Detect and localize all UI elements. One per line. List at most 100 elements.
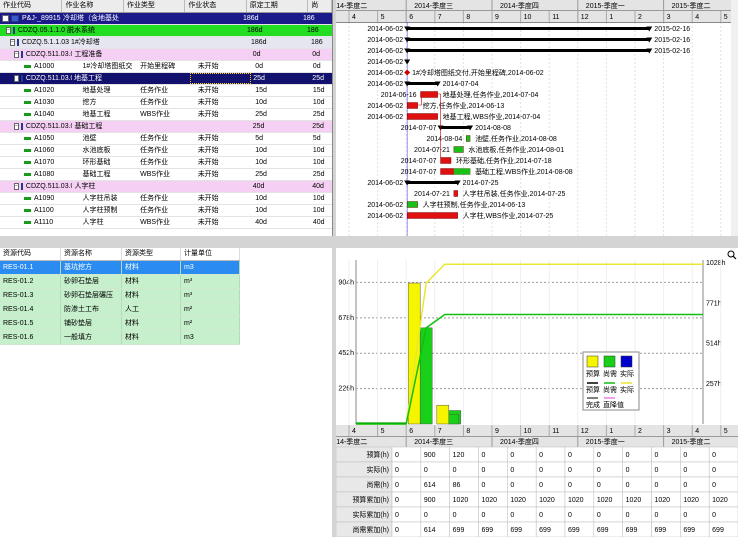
col-header-remaining[interactable]: 尚 [308, 0, 332, 12]
activity-row[interactable]: A1020 地基处理 任务作业 未开始 15d 15d [0, 85, 332, 97]
table-cell-value: 86 [453, 482, 461, 489]
activity-row[interactable]: A1000 1#冷却塔图纸交 开始里程碑 未开始 0d 0d [0, 61, 332, 73]
activity-row[interactable]: A1040 地基工程 WBS作业 未开始 25d 25d [0, 109, 332, 121]
activity-row[interactable]: A1090 人字柱吊装 任务作业 未开始 10d 10d [0, 193, 332, 205]
collapse-toggle-icon[interactable]: − [14, 183, 19, 190]
activity-bar-icon [24, 65, 31, 68]
resource-row[interactable]: RES-01.2 砂卵石垫层 材料 m³ [0, 275, 240, 289]
activity-row[interactable]: A1050 池壁 任务作业 未开始 5d 5d [0, 133, 332, 145]
summary-bar [407, 38, 650, 41]
table-cell-value: 0 [712, 482, 716, 489]
gantt-start-label: 2014-07-21 [414, 191, 450, 198]
wbs-row[interactable]: − CDZQ.05.1.1.05 脱水系统 186d 186 [0, 25, 332, 37]
dependency-line [417, 97, 422, 106]
right-tick-label: 257h [706, 381, 722, 388]
collapse-toggle-icon[interactable]: − [14, 51, 19, 58]
activity-row[interactable]: A1110 人字柱 WBS作业 未开始 40d 40d [0, 217, 332, 229]
table-cell-value: 0 [597, 512, 601, 519]
activity-code-text: A1060 [34, 147, 55, 154]
activity-duration: 186d [251, 39, 267, 46]
activity-row[interactable]: A1080 基础工程 WBS作业 未开始 25d 25d [0, 169, 332, 181]
table-row-label: 实际(h) [366, 465, 389, 474]
activity-code: A1040 [0, 109, 81, 120]
table-cell-value: 0 [712, 512, 716, 519]
resource-row[interactable]: RES-01.1 基坑挖方 材料 m3 [0, 261, 240, 275]
activity-bar-remaining [453, 168, 471, 175]
resource-code: RES-01.2 [0, 275, 61, 288]
wbs-row[interactable]: −CDZQ.511.03.03人字柱 40d 40d [0, 181, 332, 193]
activity-row[interactable]: A1030 挖方 任务作业 未开始 10d 10d [0, 97, 332, 109]
left-tick-label: 678h [338, 315, 354, 322]
col-header-type[interactable]: 作业类型 [124, 0, 186, 12]
col-header-duration[interactable]: 原定工期 [247, 0, 309, 12]
collapse-toggle-icon[interactable]: − [6, 27, 11, 34]
gantt-start-label: 2014-07-21 [414, 147, 450, 154]
col-header-status[interactable]: 作业状态 [185, 0, 247, 12]
resource-unit: m³ [181, 289, 240, 302]
month-label: 5 [381, 428, 385, 435]
col-header-name[interactable]: 作业名称 [62, 0, 124, 12]
resource-histogram: 904h 678h 452h 226h 1028h 771h 514h 257h 预算 尚需 实际预… [336, 248, 738, 537]
month-label: 7 [438, 14, 442, 21]
activity-duration: 0d [252, 51, 261, 58]
table-cell-value: 0 [395, 482, 399, 489]
activity-code: A1090 [0, 193, 81, 204]
wbs-row[interactable]: −CDZQ.511.03.01工程准备 0d 0d [0, 49, 332, 61]
horizontal-splitter[interactable] [0, 236, 738, 248]
activity-bar [406, 102, 418, 109]
quarter-label: 2014-季度四 [500, 1, 539, 10]
resource-type: 材料 [122, 261, 181, 274]
activity-row[interactable]: A1100 人字柱预制 任务作业 未开始 10d 10d [0, 205, 332, 217]
activity-remaining: 15d [312, 87, 325, 94]
table-cell-value: 1020 [482, 497, 498, 504]
res-col-name[interactable]: 资源名称 [61, 248, 122, 260]
gantt-scrollbar[interactable] [731, 0, 738, 236]
res-col-code[interactable]: 资源代码 [0, 248, 61, 260]
activity-row[interactable]: A1070 环形基础 任务作业 未开始 10d 10d [0, 157, 332, 169]
table-cell-value: 699 [510, 527, 522, 534]
gantt-start-label: 2014-06-02 [367, 81, 403, 88]
wbs-row[interactable]: − P&J-_89915 冷却塔（含地基处 186d 186 [0, 13, 332, 25]
resource-row[interactable]: RES-01.5 铺砂垫层 材料 m² [0, 317, 240, 331]
month-label: 5 [724, 14, 728, 21]
month-label: 5 [381, 14, 385, 21]
res-col-unit[interactable]: 计量单位 [181, 248, 240, 260]
month-label: 4 [695, 428, 699, 435]
wbs-row[interactable]: − CDZQ.5.1.1.03 1#冷却塔 186d 186 [0, 37, 332, 49]
gantt-start-label: 2014-06-02 [367, 180, 403, 187]
gantt-start-label: 2014-07-07 [401, 169, 437, 176]
col-header-code[interactable]: 作业代码 [0, 0, 63, 12]
legend-label: 实际 [620, 369, 634, 378]
wbs-row[interactable]: −CDZQ.511.03.002基础工程 25d 25d [0, 121, 332, 133]
resource-name: 一般填方 [61, 331, 122, 344]
wbs-row[interactable]: −CDZQ.511.03.02地基工程 25d 25d [0, 73, 332, 85]
activity-name: 1#冷却塔 [71, 39, 100, 46]
collapse-toggle-icon[interactable]: − [2, 15, 9, 22]
activity-name: 冷却塔（含地基处 [63, 15, 119, 22]
activity-bar [440, 157, 452, 164]
month-label: 9 [495, 14, 499, 21]
activity-duration: 5d [255, 135, 264, 142]
resource-row[interactable]: RES-01.3 砂卵石垫层碾压 材料 m³ [0, 289, 240, 303]
table-cell-value: 900 [424, 452, 436, 459]
collapse-toggle-icon[interactable]: − [10, 39, 15, 46]
table-cell-value: 0 [539, 467, 543, 474]
activity-type: 任务作业 [140, 195, 169, 202]
res-col-type[interactable]: 资源类型 [122, 248, 181, 260]
gantt-end-label: 基础工程,WBS作业,2014-08-08 [475, 167, 573, 176]
resource-name: 铺砂垫层 [61, 317, 122, 330]
table-cell-value: 0 [568, 467, 572, 474]
collapse-toggle-icon[interactable]: − [14, 123, 19, 130]
activity-duration: 10d [255, 207, 267, 214]
activity-code-text: A1070 [34, 159, 55, 166]
collapse-toggle-icon[interactable]: − [14, 75, 19, 82]
table-cell-value: 0 [597, 452, 601, 459]
table-cell-value: 0 [510, 452, 514, 459]
table-cell-value: 0 [539, 512, 543, 519]
resource-row[interactable]: RES-01.6 一般填方 材料 m3 [0, 331, 240, 345]
activity-remaining: 10d [312, 99, 325, 106]
resource-row[interactable]: RES-01.4 防渗土工布 人工 m² [0, 303, 240, 317]
activity-row[interactable]: A1060 水池底板 任务作业 未开始 10d 10d [0, 145, 332, 157]
gantt-start-label: 2014-06-02 [367, 202, 403, 209]
activity-duration: 25d [255, 171, 267, 178]
